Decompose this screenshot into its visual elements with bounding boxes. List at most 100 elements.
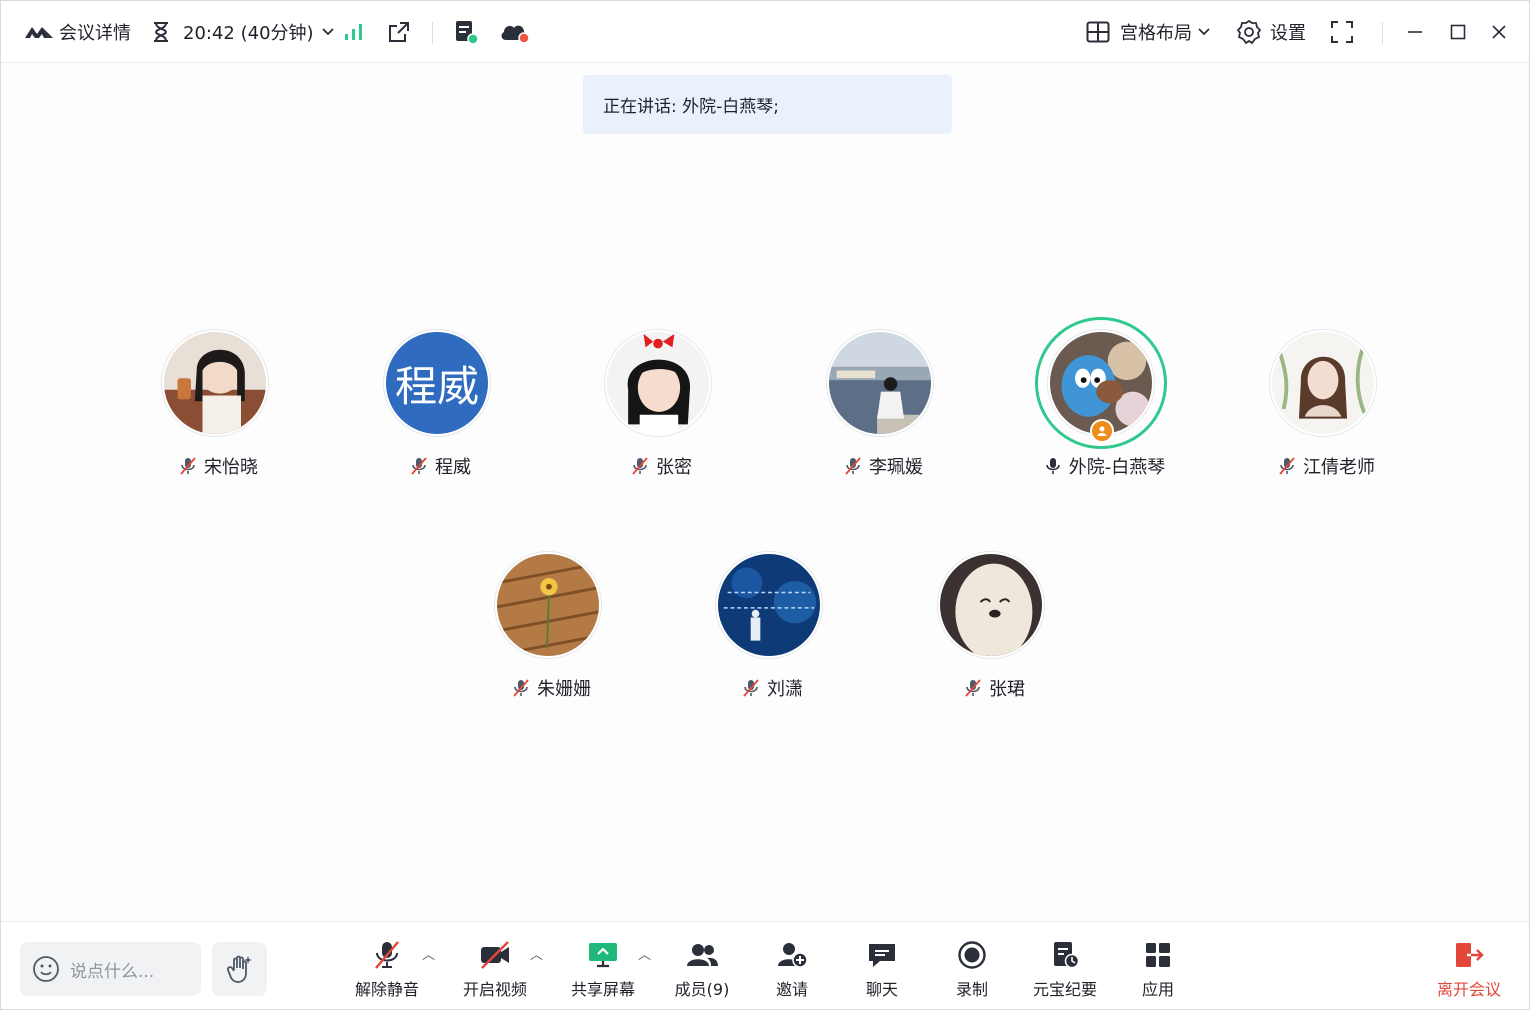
participant-tile[interactable]: 江倩老师 — [1216, 328, 1436, 488]
participant-name: 宋怡晓 — [204, 457, 258, 478]
avatar-container — [1035, 317, 1167, 449]
participant-name-row: 宋怡晓 — [108, 453, 328, 479]
reaction-input[interactable]: 说点什么... — [20, 942, 201, 996]
start-video-label: 开启视频 — [462, 980, 527, 999]
fullscreen-icon[interactable] — [1330, 1, 1354, 63]
participant-tile[interactable]: 李珮媛 — [773, 328, 993, 488]
chat-button[interactable]: 聊天 — [859, 940, 905, 1000]
share-options-caret-icon[interactable]: ︿ — [638, 944, 651, 963]
mic-muted-icon — [372, 940, 402, 970]
avatar-container — [1268, 328, 1378, 438]
mic-muted-icon — [741, 678, 761, 698]
avatar-container — [493, 550, 603, 660]
title-bar: 会议详情 20:42 (40分钟) 宫格布局 设置 — [1, 1, 1529, 63]
unmute-button[interactable]: 解除静音 — [353, 940, 421, 1000]
avatar: 程威 — [384, 330, 490, 436]
members-button[interactable]: 成员(9) — [671, 940, 733, 1000]
invite-label: 邀请 — [775, 980, 808, 999]
chat-icon — [866, 940, 898, 970]
record-label: 录制 — [955, 980, 988, 999]
participant-tile[interactable]: 张珺 — [884, 550, 1104, 710]
invite-user-icon — [775, 940, 809, 970]
meeting-details-button[interactable]: 会议详情 — [23, 1, 131, 63]
participant-name: 朱姗姗 — [537, 679, 591, 700]
mic-muted-icon — [1277, 456, 1297, 476]
layout-label: 宫格布局 — [1120, 23, 1192, 44]
unmute-label: 解除静音 — [354, 980, 419, 999]
meeting-details-label: 会议详情 — [59, 23, 131, 44]
share-screen-button[interactable]: 共享屏幕 — [569, 940, 637, 1000]
raise-hand-button[interactable] — [212, 942, 267, 996]
start-video-button[interactable]: 开启视频 — [461, 940, 529, 1000]
avatar-container — [160, 328, 270, 438]
ai-summary-button[interactable]: 元宝纪要 — [1031, 940, 1099, 1000]
audio-options-caret-icon[interactable]: ︿ — [422, 944, 435, 963]
mic-muted-icon — [843, 456, 863, 476]
apps-label: 应用 — [1141, 980, 1174, 999]
avatar — [827, 330, 933, 436]
participant-name-row: 张密 — [551, 453, 771, 479]
participant-name-row: 朱姗姗 — [441, 675, 661, 701]
participant-tile[interactable]: 宋怡晓 — [108, 328, 328, 488]
participant-name: 外院-白燕琴 — [1068, 457, 1166, 478]
raise-hand-icon — [226, 954, 254, 984]
meeting-timer: 20:42 (40分钟) — [183, 23, 314, 44]
notes-icon[interactable] — [453, 1, 479, 63]
timer-dropdown[interactable]: 20:42 (40分钟) — [151, 1, 334, 63]
avatar-container — [714, 550, 824, 660]
speaking-text: 正在讲话: 外院-白燕琴; — [603, 97, 779, 117]
mic-muted-icon — [511, 678, 531, 698]
avatar — [938, 552, 1044, 658]
video-options-caret-icon[interactable]: ︿ — [530, 944, 543, 963]
invite-button[interactable]: 邀请 — [769, 940, 815, 1000]
grid-layout-button[interactable]: 宫格布局 — [1086, 1, 1210, 63]
settings-label: 设置 — [1270, 23, 1306, 44]
mic-muted-icon — [630, 456, 650, 476]
participant-name: 江倩老师 — [1303, 457, 1375, 478]
members-icon — [685, 940, 719, 970]
avatar-container — [603, 328, 713, 438]
avatar — [605, 330, 711, 436]
bottom-toolbar: 说点什么... 解除静音 ︿ 开启视频 ︿ 共享屏幕 ︿ 成员(9) 邀请 聊天… — [1, 921, 1529, 1009]
minimize-icon[interactable] — [1407, 1, 1423, 63]
participant-name: 李珮媛 — [869, 457, 923, 478]
record-button[interactable]: 录制 — [949, 940, 995, 1000]
participant-name: 张珺 — [989, 679, 1025, 700]
reaction-placeholder: 说点什么... — [70, 961, 155, 982]
app-logo-icon — [23, 22, 55, 42]
maximize-icon[interactable] — [1450, 1, 1466, 63]
chevron-down-icon — [1198, 28, 1210, 36]
members-label: 成员(9) — [674, 980, 730, 999]
avatar — [716, 552, 822, 658]
exit-icon — [1453, 940, 1485, 970]
participant-tile[interactable]: 刘潇 — [662, 550, 882, 710]
cloud-record-icon[interactable] — [498, 1, 532, 63]
avatar-initials: 程威 — [394, 361, 479, 411]
avatar — [495, 552, 601, 658]
participant-name-row: 外院-白燕琴 — [994, 453, 1214, 479]
apps-grid-icon — [1143, 940, 1173, 970]
record-icon — [957, 940, 987, 970]
avatar-container — [936, 550, 1046, 660]
popout-icon[interactable] — [387, 1, 411, 63]
leave-meeting-label: 离开会议 — [1436, 980, 1501, 999]
share-screen-label: 共享屏幕 — [570, 980, 635, 999]
smiley-icon — [32, 955, 60, 983]
participant-tile[interactable]: 张密 — [551, 328, 771, 488]
participant-tile-speaking[interactable]: 外院-白燕琴 — [994, 317, 1214, 488]
host-badge-icon — [1090, 419, 1114, 443]
mic-muted-icon — [963, 678, 983, 698]
mic-muted-icon — [409, 456, 429, 476]
close-icon[interactable] — [1491, 1, 1507, 63]
participant-tile[interactable]: 朱姗姗 — [441, 550, 661, 710]
apps-button[interactable]: 应用 — [1135, 940, 1181, 1000]
avatar-container — [825, 328, 935, 438]
participant-name-row: 江倩老师 — [1216, 453, 1436, 479]
hourglass-icon — [151, 21, 171, 43]
settings-button[interactable]: 设置 — [1236, 1, 1306, 63]
leave-meeting-button[interactable]: 离开会议 — [1435, 940, 1503, 1000]
gear-icon — [1236, 19, 1262, 45]
participant-tile[interactable]: 程威 程威 — [330, 328, 550, 488]
mic-active-icon — [1043, 456, 1063, 476]
signal-strength-icon[interactable] — [344, 1, 364, 63]
